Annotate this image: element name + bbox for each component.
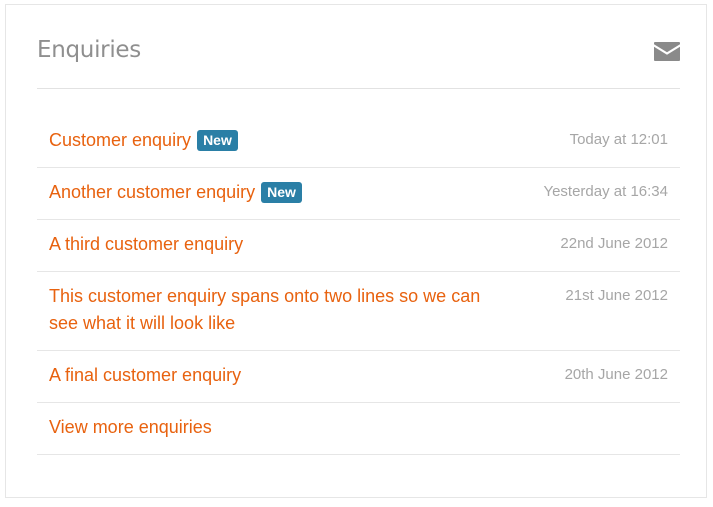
enquiry-title: This customer enquiry spans onto two lin… <box>49 286 481 333</box>
enquiry-row: This customer enquiry spans onto two lin… <box>37 272 680 351</box>
enquiry-date: Yesterday at 16:34 <box>543 183 668 200</box>
panel-title: Enquiries <box>37 37 141 63</box>
enquiry-title: A final customer enquiry <box>49 365 242 385</box>
enquiry-row: A final customer enquiry 20th June 2012 <box>37 351 680 403</box>
new-badge: New <box>261 182 302 203</box>
enquiry-row: A third customer enquiry 22nd June 2012 <box>37 220 680 272</box>
view-more-link[interactable]: View more enquiries <box>49 414 212 441</box>
enquiry-link[interactable]: Another customer enquiry New <box>49 179 489 206</box>
enquiry-row: Customer enquiry New Today at 12:01 <box>37 116 680 168</box>
enquiry-title: Another customer enquiry <box>49 182 256 202</box>
view-more-row: View more enquiries <box>37 403 680 455</box>
enquiry-link[interactable]: A final customer enquiry <box>49 362 489 389</box>
enquiry-date: 22nd June 2012 <box>560 235 668 252</box>
enquiry-title: Customer enquiry <box>49 130 192 150</box>
envelope-icon[interactable] <box>654 42 680 61</box>
enquiry-row: Another customer enquiry New Yesterday at… <box>37 168 680 220</box>
panel-header: Enquiries <box>37 33 680 89</box>
new-badge: New <box>197 130 238 151</box>
enquiry-link[interactable]: A third customer enquiry <box>49 231 489 258</box>
enquiry-date: Today at 12:01 <box>569 131 668 148</box>
enquiry-link[interactable]: This customer enquiry spans onto two lin… <box>49 283 489 337</box>
enquiry-title: A third customer enquiry <box>49 234 244 254</box>
enquiries-panel: Enquiries Customer enquiry New Today at 1… <box>5 4 707 498</box>
enquiry-date: 21st June 2012 <box>565 287 668 304</box>
enquiry-link[interactable]: Customer enquiry New <box>49 127 489 154</box>
enquiry-date: 20th June 2012 <box>564 366 668 383</box>
enquiry-list: Customer enquiry New Today at 12:01 Anoth… <box>37 116 680 455</box>
